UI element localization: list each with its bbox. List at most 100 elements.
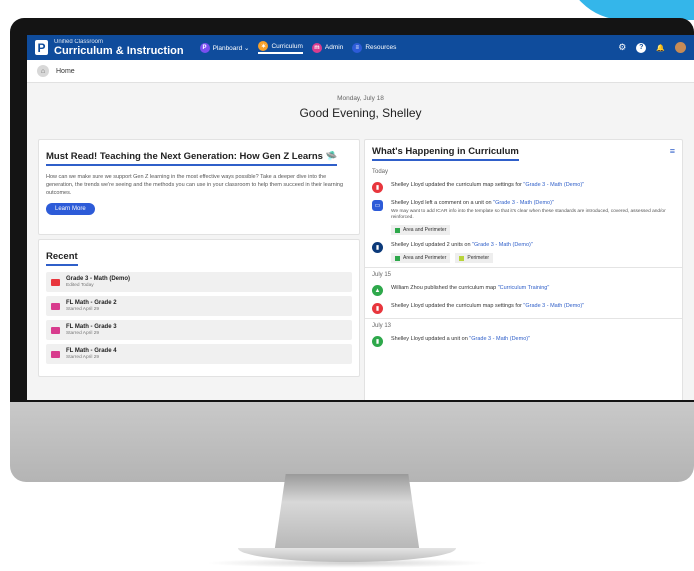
feed-item-text: Shelley Lloyd updated the curriculum map… bbox=[391, 303, 524, 309]
bell-icon[interactable]: 🔔 bbox=[656, 44, 665, 52]
curriculum-icon: ✶ bbox=[258, 41, 269, 51]
planboard-icon: P bbox=[199, 42, 210, 53]
tag-color-icon bbox=[395, 227, 400, 233]
greeting-date: Monday, July 18 bbox=[337, 95, 384, 102]
admin-icon: m bbox=[311, 42, 322, 53]
recent-item-title: FL Math - Grade 3 bbox=[66, 324, 117, 330]
feed-divider bbox=[365, 267, 682, 268]
feed-section-jul15: July 15 bbox=[372, 272, 392, 278]
feed-section-today: Today bbox=[372, 169, 389, 175]
feed-item-text: Shelley Lloyd updated a unit on bbox=[391, 336, 470, 342]
feature-body: How can we make sure we support Gen Z le… bbox=[46, 174, 344, 196]
logo-p-icon: P bbox=[35, 40, 48, 55]
feed-item: ▮ Shelley Lloyd updated a unit on "Grade… bbox=[372, 336, 675, 347]
book-icon: ▮ bbox=[372, 303, 383, 314]
feed-item-text: William Zhou published the curriculum ma… bbox=[391, 285, 498, 291]
greeting-text: Good Evening, Shelley bbox=[299, 106, 422, 120]
monitor-stand-neck bbox=[274, 474, 420, 554]
filter-icon[interactable]: ≡ bbox=[670, 146, 675, 156]
gear-icon[interactable]: ⚙ bbox=[618, 42, 626, 53]
unit-tag[interactable]: Area and Perimeter bbox=[391, 253, 451, 263]
feed-item-text: Shelley Lloyd updated 2 units on bbox=[391, 242, 473, 248]
feed-item-link[interactable]: "Grade 3 - Math (Demo)" bbox=[472, 242, 533, 248]
recent-item-sub: Edited Today bbox=[66, 283, 94, 288]
top-icons: ⚙ ? 🔔 bbox=[618, 42, 686, 53]
app-screen: P Unified Classroom Curriculum & Instruc… bbox=[27, 35, 694, 400]
feed-item-link[interactable]: "Grade 3 - Math (Demo)" bbox=[493, 200, 554, 206]
tag-color-icon bbox=[395, 255, 400, 261]
recent-item-sub: Starred April 29 bbox=[66, 331, 100, 336]
nav-resources[interactable]: ≡ Resources bbox=[352, 42, 397, 53]
learn-more-button[interactable]: Learn More bbox=[46, 203, 95, 215]
feed-item: ▲ William Zhou published the curriculum … bbox=[372, 285, 675, 296]
recent-item-title: Grade 3 - Math (Demo) bbox=[66, 276, 131, 282]
greeting-header: Monday, July 18 Good Evening, Shelley bbox=[27, 83, 694, 135]
feed-item: ▭ Shelley Lloyd left a comment on a unit… bbox=[372, 200, 675, 235]
book-icon bbox=[51, 278, 60, 286]
feed-item-text: Shelley Lloyd left a comment on a unit o… bbox=[391, 200, 494, 206]
feed-item: ▮ Shelley Lloyd updated the curriculum m… bbox=[372, 303, 675, 314]
help-icon[interactable]: ? bbox=[636, 42, 647, 53]
recent-item[interactable]: FL Math - Grade 2 Starred April 29 bbox=[46, 296, 352, 316]
breadcrumb-home[interactable]: Home bbox=[56, 68, 75, 75]
nav-admin[interactable]: m Admin bbox=[311, 42, 344, 53]
book-icon bbox=[51, 302, 60, 310]
unit-tag-label: Area and Perimeter bbox=[403, 227, 447, 233]
book-icon: ▮ bbox=[372, 242, 383, 253]
unit-tag-label: Area and Perimeter bbox=[403, 255, 447, 261]
recent-item-title: FL Math - Grade 4 bbox=[66, 348, 117, 354]
unit-tag-label: Perimeter bbox=[467, 255, 490, 261]
marketing-scene: P Unified Classroom Curriculum & Instruc… bbox=[0, 0, 694, 571]
book-icon: ▮ bbox=[372, 182, 383, 193]
app-small-title: Unified Classroom bbox=[54, 38, 104, 45]
right-column: What's Happening in Curriculum ≡ Today ▮… bbox=[364, 139, 683, 400]
upload-icon: ▲ bbox=[372, 285, 383, 296]
top-navigation-bar: P Unified Classroom Curriculum & Instruc… bbox=[27, 35, 694, 60]
nav-curriculum-label: Curriculum bbox=[271, 42, 303, 50]
feature-title: Must Read! Teaching the Next Generation:… bbox=[46, 151, 338, 166]
breadcrumb: ⌂ Home bbox=[27, 60, 694, 83]
feed-item-link[interactable]: "Grade 3 - Math (Demo)" bbox=[469, 336, 530, 342]
book-icon: ▮ bbox=[372, 336, 383, 347]
nav-admin-label: Admin bbox=[324, 44, 344, 51]
feed-item: ▮ Shelley Lloyd updated the curriculum m… bbox=[372, 182, 675, 193]
nav-resources-label: Resources bbox=[365, 44, 397, 51]
home-icon[interactable]: ⌂ bbox=[37, 65, 49, 77]
feed-comment: We may want to add ICAR info into the te… bbox=[391, 209, 666, 220]
recent-item-title: FL Math - Grade 2 bbox=[66, 300, 117, 306]
feed-item: ▮ Shelley Lloyd updated 2 units on "Grad… bbox=[372, 242, 675, 263]
feature-card: Must Read! Teaching the Next Generation:… bbox=[38, 139, 360, 235]
resources-icon: ≡ bbox=[352, 42, 363, 53]
recent-item[interactable]: FL Math - Grade 4 Starred April 29 bbox=[46, 344, 352, 364]
tag-color-icon bbox=[459, 255, 465, 261]
feed-divider bbox=[365, 318, 682, 319]
recent-item-sub: Starred April 29 bbox=[66, 355, 100, 360]
feed-item-text: Shelley Lloyd updated the curriculum map… bbox=[391, 182, 524, 188]
recent-item[interactable]: FL Math - Grade 3 Starred April 29 bbox=[46, 320, 352, 340]
recent-list: Grade 3 - Math (Demo) Edited Today FL Ma… bbox=[46, 272, 352, 364]
recent-item[interactable]: Grade 3 - Math (Demo) Edited Today bbox=[46, 272, 352, 292]
activity-feed-card: What's Happening in Curriculum ≡ Today ▮… bbox=[364, 139, 683, 400]
recent-title: Recent bbox=[46, 251, 78, 266]
decorative-blue-arc bbox=[564, 0, 694, 20]
monitor-chin bbox=[10, 402, 694, 482]
comment-icon: ▭ bbox=[372, 200, 383, 211]
main-nav: P Planboard ⌄ ✶ Curriculum m Admin ≡ Res… bbox=[199, 41, 397, 54]
nav-planboard[interactable]: P Planboard ⌄ bbox=[199, 42, 250, 53]
feed-item-link[interactable]: "Grade 3 - Math (Demo)" bbox=[523, 303, 584, 309]
book-icon bbox=[51, 326, 60, 334]
left-column: Must Read! Teaching the Next Generation:… bbox=[38, 139, 360, 400]
feed-section-jul13: July 13 bbox=[372, 323, 392, 329]
feed-item-link[interactable]: "Curriculum Training" bbox=[498, 285, 550, 291]
nav-curriculum[interactable]: ✶ Curriculum bbox=[258, 41, 303, 54]
unit-tag[interactable]: Area and Perimeter bbox=[391, 225, 451, 235]
unit-tag[interactable]: Perimeter bbox=[455, 253, 494, 263]
feed-item-link[interactable]: "Grade 3 - Math (Demo)" bbox=[523, 182, 584, 188]
user-avatar[interactable] bbox=[675, 42, 686, 53]
recent-card: Recent Grade 3 - Math (Demo) Edited Toda… bbox=[38, 239, 360, 377]
app-title: Curriculum & Instruction bbox=[54, 44, 184, 57]
nav-planboard-label: Planboard ⌄ bbox=[212, 44, 250, 52]
app-logo[interactable]: P Unified Classroom Curriculum & Instruc… bbox=[35, 39, 184, 57]
feed-title: What's Happening in Curriculum bbox=[372, 146, 519, 161]
dashboard-columns: Must Read! Teaching the Next Generation:… bbox=[27, 139, 694, 400]
